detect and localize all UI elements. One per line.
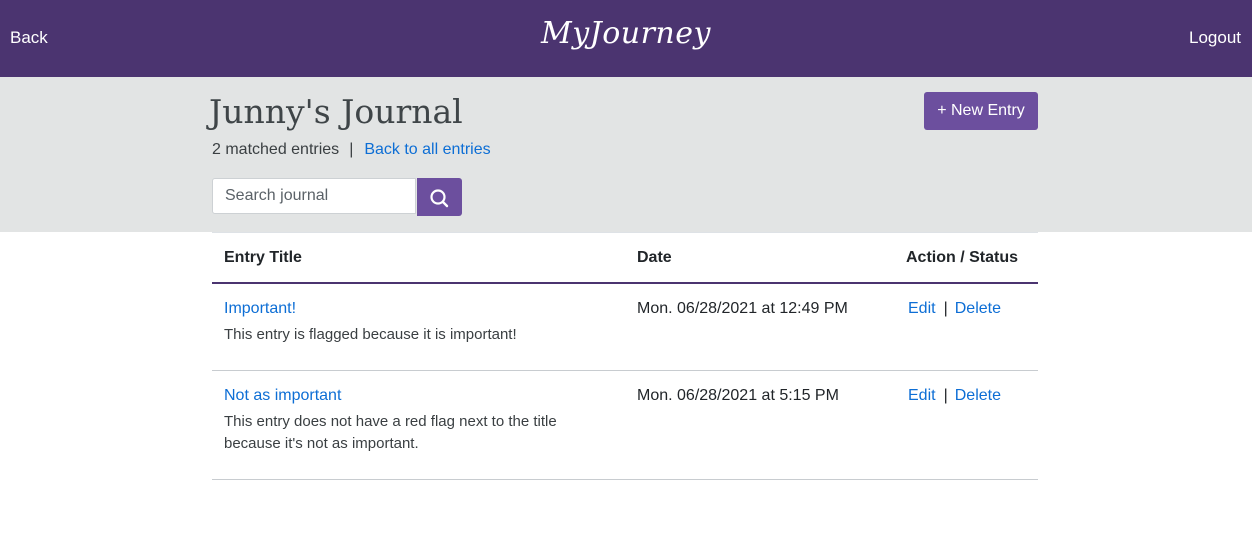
separator: | [943,300,948,317]
journal-header: Junny's Journal + New Entry 2 matched en… [0,77,1252,232]
page-title: Junny's Journal [209,92,463,131]
brand-logo[interactable]: MyJourney [0,16,1252,51]
table-header: Entry Title Date Action / Status [212,232,1038,284]
entry-title-link[interactable]: Important! [224,300,296,318]
entry-description: This entry does not have a red flag next… [224,413,557,452]
delete-link[interactable]: Delete [955,387,1001,404]
column-header-title: Entry Title [224,249,302,266]
column-header-date: Date [637,249,672,266]
entry-title-link[interactable]: Not as important [224,387,341,405]
back-to-all-entries-link[interactable]: Back to all entries [364,141,490,158]
entry-description: This entry is flagged because it is impo… [224,326,517,343]
entry-date: Mon. 06/28/2021 at 12:49 PM [637,300,848,317]
separator: | [349,141,354,158]
entry-actions: Edit | Delete [908,300,1001,318]
top-navbar: Back MyJourney Logout [0,0,1252,77]
new-entry-button[interactable]: + New Entry [924,92,1038,130]
separator: | [943,387,948,404]
column-header-action: Action / Status [905,249,1018,266]
search-icon [430,189,449,208]
logout-link[interactable]: Logout [1189,28,1241,48]
table-row: Important! This entry is flagged because… [212,284,1038,371]
search-button[interactable] [417,178,462,216]
entry-date: Mon. 06/28/2021 at 5:15 PM [637,387,839,404]
entries-table: Entry Title Date Action / Status Importa… [212,232,1038,480]
delete-link[interactable]: Delete [955,300,1001,317]
entry-actions: Edit | Delete [908,387,1001,405]
table-row: Not as important This entry does not hav… [212,371,1038,480]
matched-count: 2 matched entries [212,141,340,158]
search-input[interactable] [212,178,416,214]
match-summary: 2 matched entries | Back to all entries [212,141,491,159]
edit-link[interactable]: Edit [908,387,936,404]
edit-link[interactable]: Edit [908,300,936,317]
